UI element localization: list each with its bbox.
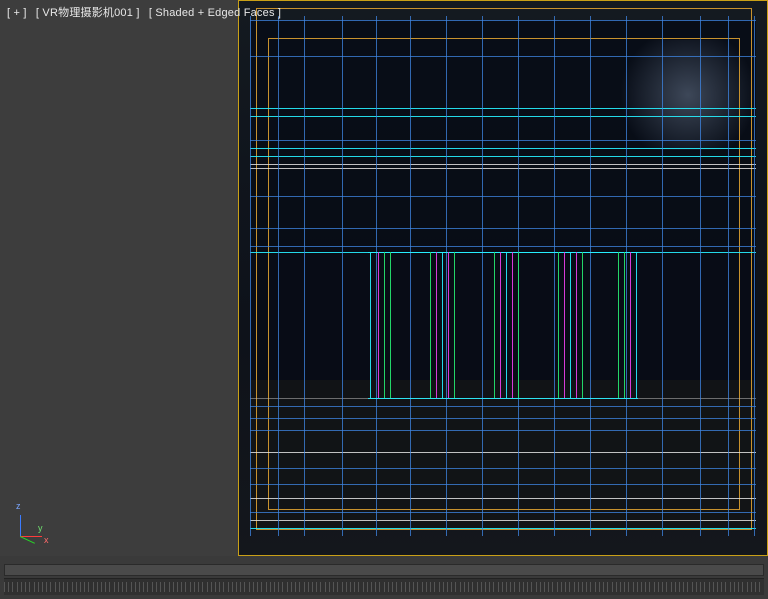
door-edge bbox=[570, 252, 571, 398]
wire-horizontal bbox=[250, 512, 756, 513]
wire-horizontal bbox=[250, 108, 756, 109]
wire-horizontal bbox=[250, 140, 756, 141]
wire-horizontal bbox=[250, 398, 756, 399]
door-leaf bbox=[618, 252, 619, 398]
wire-vertical bbox=[518, 16, 519, 536]
app-root: [ + ] [ VR物理摄影机001 ] [ Shaded + Edged Fa… bbox=[0, 0, 768, 599]
door-edge bbox=[512, 252, 513, 398]
door-leaf bbox=[558, 252, 559, 398]
wire-horizontal bbox=[250, 528, 756, 529]
wire-vertical bbox=[482, 16, 483, 536]
wire-vertical bbox=[304, 16, 305, 536]
wire-horizontal bbox=[250, 468, 756, 469]
wire-horizontal bbox=[250, 196, 756, 197]
frame-tick bbox=[759, 582, 763, 592]
wire-horizontal bbox=[250, 228, 756, 229]
door-bottom bbox=[368, 398, 638, 399]
wire-horizontal bbox=[250, 164, 756, 165]
wire-horizontal bbox=[250, 148, 756, 149]
wire-vertical bbox=[376, 16, 377, 536]
door-leaf bbox=[384, 252, 385, 398]
door-leaf bbox=[624, 252, 625, 398]
wire-vertical bbox=[410, 16, 411, 536]
viewport-camera-menu[interactable]: [ VR物理摄影机001 ] bbox=[35, 7, 141, 19]
door-edge bbox=[576, 252, 577, 398]
door-leaf bbox=[518, 252, 519, 398]
wire-vertical bbox=[446, 16, 447, 536]
door-edge bbox=[564, 252, 565, 398]
door-edge bbox=[378, 252, 379, 398]
door-edge bbox=[506, 252, 507, 398]
door-leaf bbox=[454, 252, 455, 398]
wire-vertical bbox=[662, 16, 663, 536]
wire-horizontal bbox=[250, 56, 756, 57]
frame-ruler[interactable] bbox=[4, 578, 764, 595]
time-slider[interactable] bbox=[4, 564, 764, 576]
door-leaf bbox=[430, 252, 431, 398]
wire-vertical bbox=[626, 16, 627, 536]
wire-horizontal bbox=[250, 498, 756, 499]
door-edge bbox=[500, 252, 501, 398]
wire-horizontal bbox=[250, 116, 756, 117]
door-frame bbox=[636, 252, 637, 398]
door-leaf bbox=[582, 252, 583, 398]
wire-vertical bbox=[700, 16, 701, 536]
viewport-camera[interactable] bbox=[238, 0, 768, 556]
door-top bbox=[368, 252, 638, 253]
wire-horizontal bbox=[250, 246, 756, 247]
wire-vertical bbox=[342, 16, 343, 536]
safe-frame-inner bbox=[268, 38, 740, 510]
door-edge bbox=[630, 252, 631, 398]
wire-horizontal bbox=[250, 156, 756, 157]
door-leaf bbox=[390, 252, 391, 398]
viewport-shading-menu[interactable]: [ Shaded + Edged Faces ] bbox=[148, 7, 282, 19]
scene-floor bbox=[250, 380, 756, 530]
wire-horizontal bbox=[250, 452, 756, 453]
viewport-maximize-toggle[interactable]: [ + ] bbox=[6, 7, 28, 19]
wire-horizontal bbox=[250, 252, 756, 253]
wire-horizontal bbox=[250, 430, 756, 431]
door-edge bbox=[448, 252, 449, 398]
scene-wall bbox=[250, 20, 756, 400]
wire-vertical bbox=[278, 16, 279, 536]
safe-frame bbox=[256, 8, 752, 530]
timeline bbox=[0, 556, 768, 599]
left-panel bbox=[0, 0, 239, 556]
door-leaf bbox=[494, 252, 495, 398]
wire-vertical bbox=[728, 16, 729, 536]
wire-horizontal bbox=[250, 406, 756, 407]
door-edge bbox=[442, 252, 443, 398]
wire-horizontal bbox=[250, 168, 756, 169]
viewport-label-bar: [ + ] [ VR物理摄影机001 ] [ Shaded + Edged Fa… bbox=[6, 4, 282, 20]
wire-vertical bbox=[754, 16, 755, 536]
wire-horizontal bbox=[250, 520, 756, 521]
wire-horizontal bbox=[250, 484, 756, 485]
scene-light-glow bbox=[608, 40, 768, 150]
wire-vertical bbox=[250, 16, 251, 536]
wire-vertical bbox=[590, 16, 591, 536]
wire-vertical bbox=[554, 16, 555, 536]
door-frame bbox=[370, 252, 371, 398]
door-edge bbox=[436, 252, 437, 398]
wire-horizontal bbox=[250, 418, 756, 419]
wire-horizontal bbox=[250, 20, 756, 21]
